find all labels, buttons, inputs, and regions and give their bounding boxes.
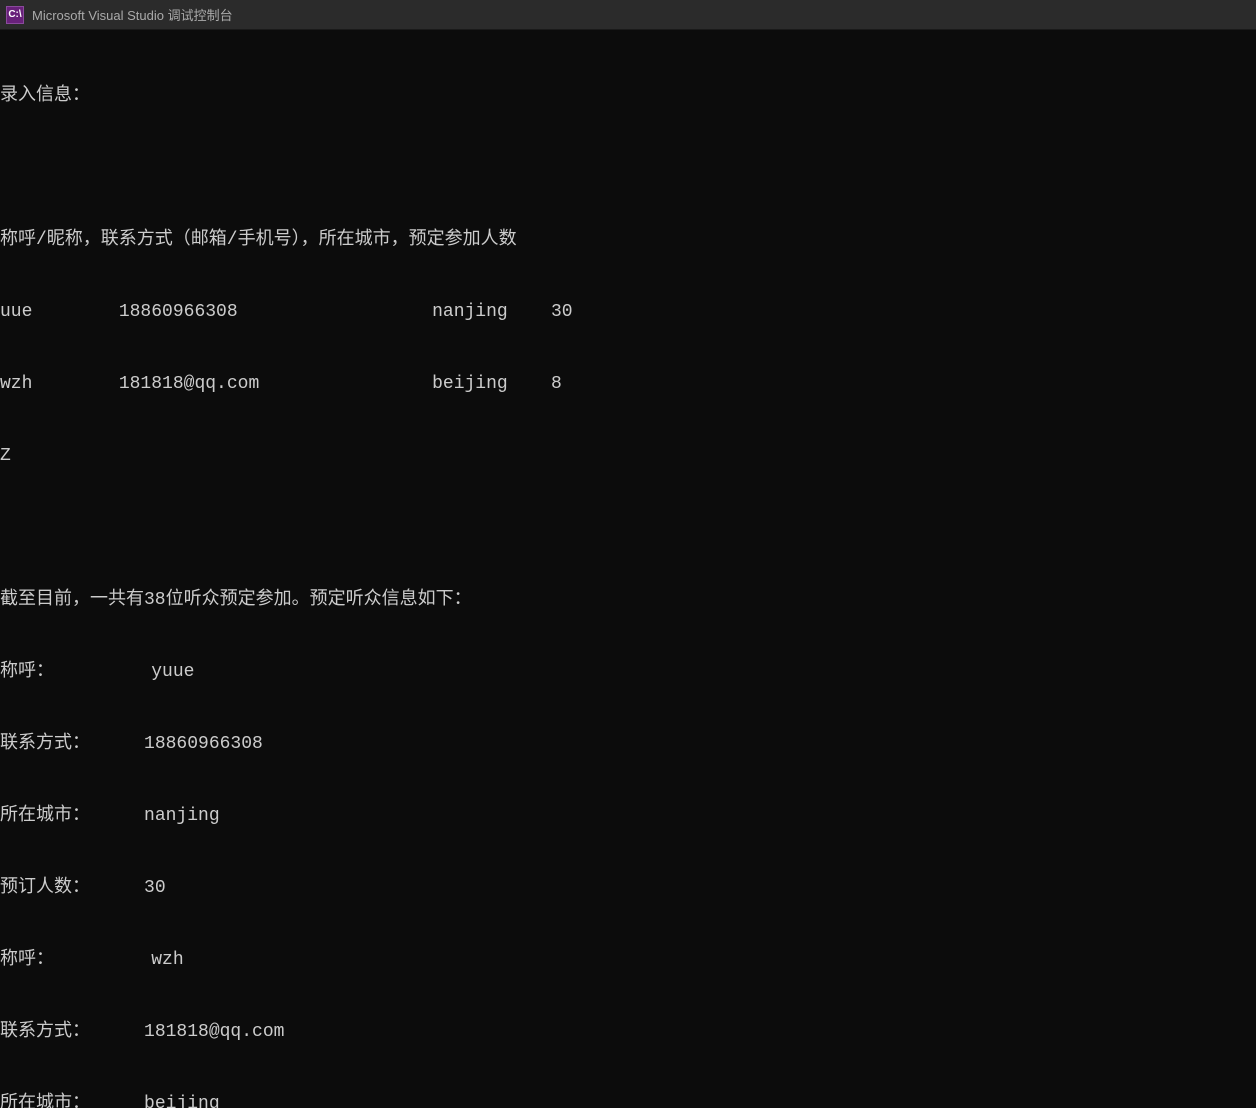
blank-line bbox=[0, 516, 1256, 540]
detail-row: 称呼： wzh bbox=[0, 948, 1256, 972]
detail-value: beijing bbox=[144, 1094, 220, 1108]
detail-label: 预订人数： bbox=[0, 878, 90, 898]
row-contact: 18860966308 bbox=[119, 302, 238, 322]
detail-value: wzh bbox=[151, 950, 183, 970]
detail-label: 联系方式： bbox=[0, 734, 90, 754]
detail-value: 18860966308 bbox=[144, 734, 263, 754]
detail-value: 30 bbox=[144, 878, 166, 898]
detail-label: 所在城市： bbox=[0, 1094, 90, 1108]
app-icon: C:\ bbox=[6, 6, 24, 24]
row-count: 30 bbox=[551, 302, 573, 322]
input-row: wzh 181818@qq.com beijing 8 bbox=[0, 372, 1256, 396]
detail-value: 181818@qq.com bbox=[144, 1022, 284, 1042]
detail-value: nanjing bbox=[144, 806, 220, 826]
title-bar[interactable]: C:\ Microsoft Visual Studio 调试控制台 bbox=[0, 0, 1256, 30]
summary-line: 截至目前，一共有38位听众预定参加。预定听众信息如下： bbox=[0, 588, 1256, 612]
blank-line bbox=[0, 156, 1256, 180]
detail-label: 称呼： bbox=[0, 662, 54, 682]
detail-row: 预订人数： 30 bbox=[0, 876, 1256, 900]
detail-label: 所在城市： bbox=[0, 806, 90, 826]
detail-row: 称呼： yuue bbox=[0, 660, 1256, 684]
detail-label: 称呼： bbox=[0, 950, 54, 970]
detail-row: 联系方式： 181818@qq.com bbox=[0, 1020, 1256, 1044]
terminator-line: Z bbox=[0, 444, 1256, 468]
detail-value: yuue bbox=[151, 662, 194, 682]
row-city: beijing bbox=[432, 374, 508, 394]
detail-row: 所在城市： beijing bbox=[0, 1092, 1256, 1108]
input-row: uue 18860966308 nanjing 30 bbox=[0, 300, 1256, 324]
row-count: 8 bbox=[551, 374, 562, 394]
detail-row: 所在城市： nanjing bbox=[0, 804, 1256, 828]
row-city: nanjing bbox=[432, 302, 508, 322]
detail-row: 联系方式： 18860966308 bbox=[0, 732, 1256, 756]
row-contact: 181818@qq.com bbox=[119, 374, 259, 394]
console-output: 录入信息： 称呼/昵称，联系方式（邮箱/手机号），所在城市，预定参加人数 uue… bbox=[0, 30, 1256, 1108]
window-title: Microsoft Visual Studio 调试控制台 bbox=[32, 5, 233, 24]
row-name: uue bbox=[0, 302, 32, 322]
row-name: wzh bbox=[0, 374, 32, 394]
detail-label: 联系方式： bbox=[0, 1022, 90, 1042]
header-line: 录入信息： bbox=[0, 84, 1256, 108]
prompt-line: 称呼/昵称，联系方式（邮箱/手机号），所在城市，预定参加人数 bbox=[0, 228, 1256, 252]
